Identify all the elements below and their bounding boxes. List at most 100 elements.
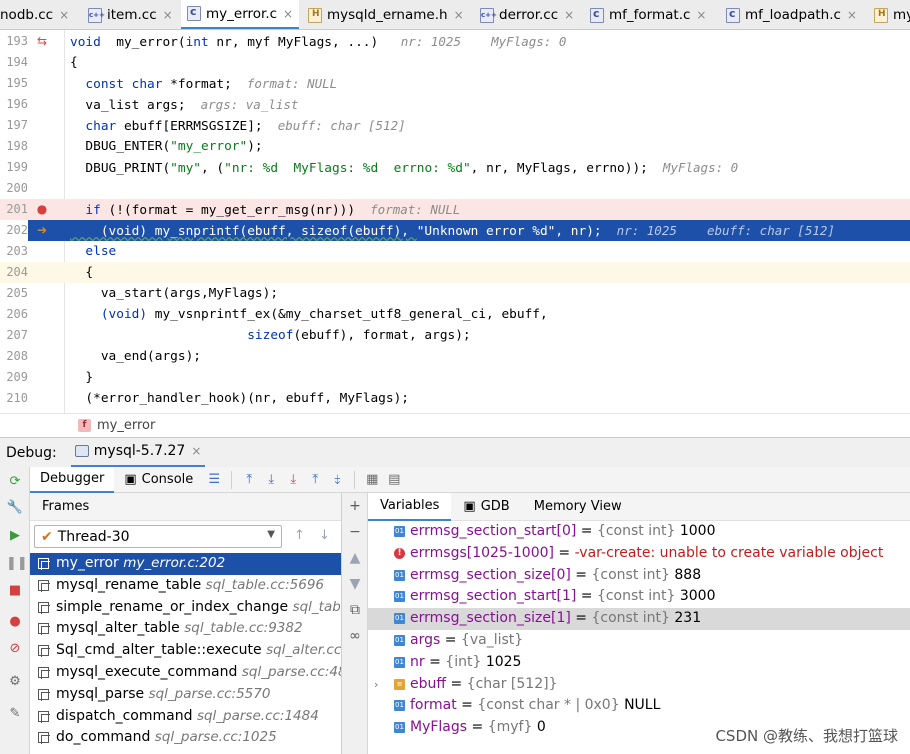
code-line[interactable]: 198 DBUG_ENTER("my_error"); [0, 136, 910, 157]
execution-point-icon[interactable]: ➔ [34, 220, 50, 241]
code-text[interactable]: va_list args; args: va_list [70, 94, 298, 116]
code-text[interactable]: DBUG_PRINT("my", ("nr: %d MyFlags: %d er… [70, 157, 738, 179]
tab-console[interactable]: ▣ Console [114, 467, 203, 493]
close-icon[interactable]: × [454, 8, 464, 22]
code-line[interactable]: 206 (void) my_vsnprintf_ex(&my_charset_u… [0, 304, 910, 325]
close-icon[interactable]: × [564, 8, 574, 22]
breadcrumb[interactable]: f my_error [0, 413, 910, 437]
layout-menu-icon[interactable]: ☰ [203, 469, 225, 491]
frame-item[interactable]: mysql_rename_table sql_table.cc:5696 [30, 575, 341, 597]
line-number[interactable]: 199 [0, 157, 28, 178]
code-text[interactable]: { [70, 52, 78, 73]
add-watch-icon[interactable]: + [346, 497, 364, 515]
variable-row[interactable]: 01 errmsg_section_start[0] = {const int} … [368, 521, 910, 543]
code-text[interactable]: if (!(format = my_get_err_msg(nr))) form… [70, 199, 460, 221]
code-line[interactable]: 195 const char *format; format: NULL [0, 73, 910, 94]
wrench-icon[interactable]: 🔧 [6, 499, 24, 517]
variable-row[interactable]: 01 args = {va_list} [368, 630, 910, 652]
line-number[interactable]: 193 [0, 31, 28, 52]
close-icon[interactable]: × [163, 8, 173, 22]
frame-item[interactable]: mysql_alter_table sql_table.cc:9382 [30, 618, 341, 640]
code-text[interactable]: const char *format; format: NULL [70, 73, 337, 95]
copy-icon[interactable]: ⧉ [346, 601, 364, 619]
line-number[interactable]: 196 [0, 94, 28, 115]
variable-row[interactable]: ! errmsgs[1025-1000] = -var-create: unabl… [368, 543, 910, 565]
line-number[interactable]: 201 [0, 199, 28, 220]
implementation-icon[interactable]: ⇆ [34, 31, 50, 52]
stop-icon[interactable]: ■ [6, 582, 24, 600]
tab-my[interactable]: my [874, 0, 910, 29]
frame-item[interactable]: do_command sql_parse.cc:1025 [30, 727, 341, 749]
variable-row[interactable]: 01 format = {const char * | 0x0} NULL [368, 695, 910, 717]
tab-item-cc[interactable]: item.cc × [88, 0, 173, 29]
code-line[interactable]: 205 va_start(args,MyFlags); [0, 283, 910, 304]
line-number[interactable]: 207 [0, 325, 28, 346]
code-line[interactable]: 209 } [0, 367, 910, 388]
code-text[interactable]: else [70, 241, 116, 262]
line-number[interactable]: 195 [0, 73, 28, 94]
line-number[interactable]: 204 [0, 262, 28, 283]
line-number[interactable]: 209 [0, 367, 28, 388]
mute-breakpoints-icon[interactable]: ⊘ [6, 640, 24, 658]
close-icon[interactable]: × [283, 7, 293, 21]
close-icon[interactable]: × [696, 8, 706, 22]
code-text[interactable]: va_start(args,MyFlags); [70, 283, 278, 304]
show-execution-point-icon[interactable]: ⤒ [238, 469, 260, 491]
step-into-icon[interactable]: ⤓ [282, 469, 304, 491]
tab-mf-format-c[interactable]: mf_format.c × [590, 0, 706, 29]
frame-item[interactable]: mysql_execute_command sql_parse.cc:483 [30, 662, 341, 684]
code-text[interactable]: { [70, 262, 93, 283]
tab-mysqld-ername-h[interactable]: mysqld_ername.h × [308, 0, 464, 29]
arrow-up-icon[interactable]: ↑ [294, 528, 305, 543]
frame-item[interactable]: my_error my_error.c:202 [30, 553, 341, 575]
code-text[interactable]: va_end(args); [70, 346, 201, 367]
tab-derror-cc[interactable]: derror.cc × [480, 0, 574, 29]
code-line[interactable]: 210 (*error_handler_hook)(nr, ebuff, MyF… [0, 388, 910, 409]
code-line[interactable]: 199 DBUG_PRINT("my", ("nr: %d MyFlags: %… [0, 157, 910, 178]
breadcrumb-function[interactable]: my_error [97, 418, 155, 433]
step-out-icon[interactable]: ⤒ [304, 469, 326, 491]
code-text[interactable]: } [70, 367, 93, 388]
frame-item[interactable]: Sql_cmd_alter_table::execute sql_alter.c… [30, 640, 341, 662]
move-down-icon[interactable]: ▼ [346, 575, 364, 593]
watches-icon[interactable]: ∞ [346, 627, 364, 645]
code-text[interactable]: (*error_handler_hook)(nr, ebuff, MyFlags… [70, 388, 409, 409]
pin-icon[interactable]: ✎ [6, 705, 24, 723]
code-text[interactable]: void my_error(int nr, myf MyFlags, ...) … [70, 31, 566, 53]
code-line[interactable]: 204 { [0, 262, 910, 283]
view-breakpoints-icon[interactable]: ● [6, 613, 24, 631]
variable-row[interactable]: 01 errmsg_section_size[0] = {const int} 8… [368, 565, 910, 587]
frame-item[interactable]: dispatch_command sql_parse.cc:1484 [30, 706, 341, 728]
thread-select[interactable]: ✔ Thread-30 ▼ [34, 525, 282, 548]
line-number[interactable]: 208 [0, 346, 28, 367]
frame-item[interactable]: simple_rename_or_index_change sql_table [30, 597, 341, 619]
code-line[interactable]: 207 sizeof(ebuff), format, args); [0, 325, 910, 346]
code-text[interactable]: (void) my_vsnprintf_ex(&my_charset_utf8_… [70, 304, 548, 325]
code-line[interactable]: 197 char ebuff[ERRMSGSIZE]; ebuff: char … [0, 115, 910, 136]
line-number[interactable]: 194 [0, 52, 28, 73]
code-editor[interactable]: 193 ⇆ void my_error(int nr, myf MyFlags, .… [0, 30, 910, 413]
variable-row[interactable]: › ≡ ebuff = {char [512]} [368, 674, 910, 696]
remove-watch-icon[interactable]: − [346, 523, 364, 541]
tab-debugger[interactable]: Debugger [30, 466, 115, 493]
close-icon[interactable]: × [59, 8, 69, 22]
code-line[interactable]: 196 va_list args; args: va_list [0, 94, 910, 115]
tab-mf-loadpath-c[interactable]: mf_loadpath.c × [726, 0, 857, 29]
more-options-icon[interactable]: ▤ [383, 469, 405, 491]
resume-icon[interactable]: ▶ [6, 527, 24, 545]
line-number[interactable]: 210 [0, 388, 28, 409]
frame-item[interactable]: mysql_parse sql_parse.cc:5570 [30, 684, 341, 706]
variable-row[interactable]: 01 nr = {int} 1025 [368, 652, 910, 674]
line-number[interactable]: 206 [0, 304, 28, 325]
code-text[interactable]: sizeof(ebuff), format, args); [70, 325, 470, 346]
run-to-cursor-icon[interactable]: ⤈ [326, 469, 348, 491]
code-line[interactable]: 193 ⇆ void my_error(int nr, myf MyFlags, .… [0, 31, 910, 52]
code-line[interactable]: 203 else [0, 241, 910, 262]
settings-icon[interactable]: ⚙ [6, 673, 24, 691]
code-line[interactable]: 208 va_end(args); [0, 346, 910, 367]
code-line[interactable]: 201 ● if (!(format = my_get_err_msg(nr)))… [0, 199, 910, 220]
line-number[interactable]: 202 [0, 220, 28, 241]
rerun-icon[interactable]: ⟳ [6, 473, 24, 491]
close-icon[interactable]: × [847, 8, 857, 22]
variable-row[interactable]: 01 errmsg_section_size[1] = {const int} 2… [368, 608, 910, 630]
